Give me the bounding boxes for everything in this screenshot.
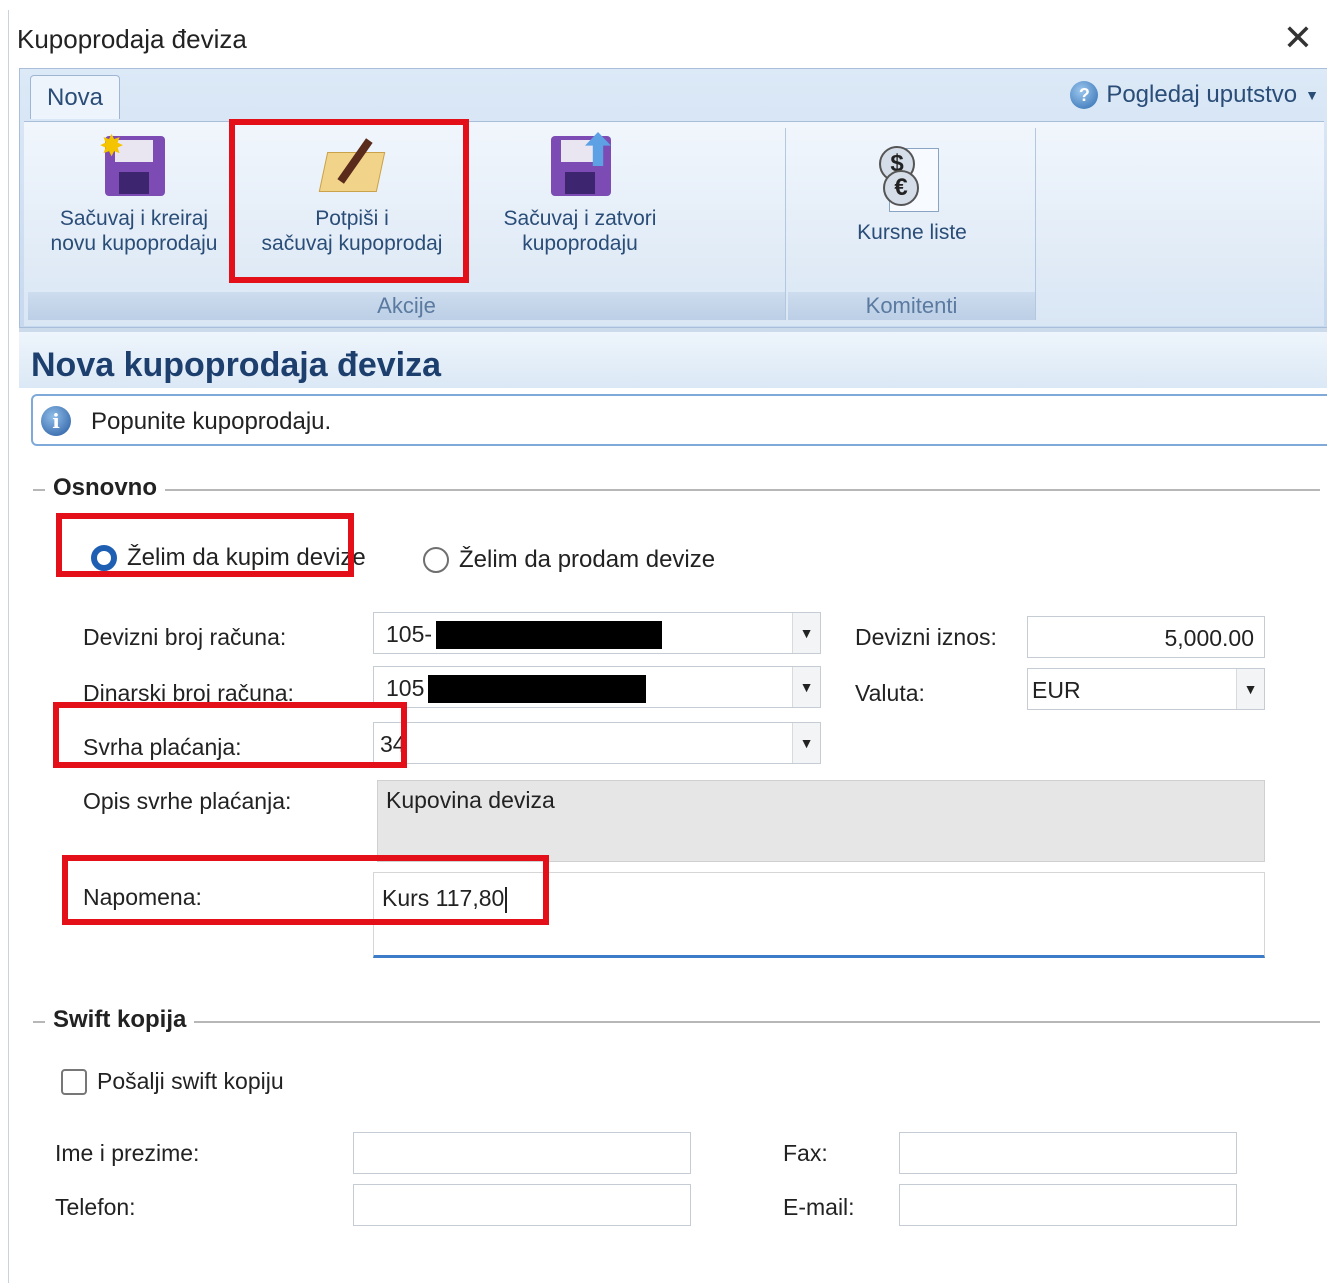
chevron-down-icon: ▼ [1305,87,1319,103]
purpose-desc-value: Kupovina deviza [386,787,555,813]
info-icon: i [41,406,71,436]
radio-buy-label: Želim da kupim devize [127,544,366,571]
fx-account-value: 105- [386,621,433,647]
amount-input[interactable]: 5,000.00 [1027,616,1265,658]
currency-select[interactable]: EUR ▼ [1027,668,1265,710]
name-label: Ime i prezime: [55,1140,200,1166]
amount-label: Devizni iznos: [855,624,997,650]
ribbon: Nova ? Pogledaj uputstvo ▼ ✸ Sačuvaj i k… [19,68,1327,328]
tab-nova[interactable]: Nova [30,75,120,119]
save-new-icon: ✸ [99,132,169,200]
purpose-desc-field: Kupovina deviza [377,780,1265,862]
exchange-rates-button[interactable]: $ € Kursne liste [812,146,1012,245]
header-bar: Nova kupoprodaja đeviza [19,332,1327,388]
radio-sell-indicator [423,547,449,573]
help-label: Pogledaj uputstvo [1106,81,1298,108]
help-link[interactable]: ? Pogledaj uputstvo ▼ [1070,81,1319,109]
redaction-bar [436,621,662,649]
phone-input[interactable] [353,1184,691,1226]
radio-sell[interactable]: Želim da prodam devize [423,546,715,574]
close-icon[interactable]: ✕ [1283,18,1313,58]
chevron-down-icon[interactable]: ▼ [792,723,820,763]
form-content: Nova kupoprodaja đeviza i Popunite kupop… [19,328,1327,1283]
purpose-select[interactable]: 34 ▼ [373,722,821,764]
name-input[interactable] [353,1132,691,1174]
save-new-label-2: novu kupoprodaju [50,232,218,255]
save-close-button[interactable]: Sačuvaj i zatvori kupoprodaju [480,132,680,256]
radio-buy[interactable]: Želim da kupim devize [91,544,366,572]
title-bar: Kupoprodaja đeviza ✕ [9,10,1327,68]
note-textarea[interactable]: Kurs 117,80 [373,872,1265,958]
send-swift-checkbox[interactable]: Pošalji swift kopiju [61,1068,284,1095]
sign-icon [317,132,387,200]
exchange-rates-label: Kursne liste [857,221,967,244]
purpose-value: 34 [380,731,406,757]
window-title: Kupoprodaja đeviza [17,24,247,54]
fax-label: Fax: [783,1140,828,1166]
redaction-bar [428,675,646,703]
group-label-akcije: Akcije [28,292,785,320]
chevron-down-icon[interactable]: ▼ [1236,669,1264,709]
section-swift-label: Swift kopija [45,1006,195,1034]
purpose-desc-label: Opis svrhe plaćanja: [83,788,292,814]
radio-sell-label: Želim da prodam devize [459,546,716,573]
fx-account-label: Devizni broj računa: [83,624,287,650]
din-account-value: 105 [386,675,425,701]
sign-save-button[interactable]: Potpiši i sačuvaj kupoprodaj [246,132,458,256]
save-close-label-2: kupoprodaju [522,232,638,255]
section-osnovno-label: Osnovno [45,474,166,502]
note-label: Napomena: [83,884,202,910]
fx-account-select[interactable]: 105- ▼ [373,612,821,654]
sign-save-label-1: Potpiši i [315,207,389,230]
group-label-komitenti: Komitenti [788,292,1035,320]
section-osnovno: Osnovno [19,474,1327,504]
email-input[interactable] [899,1184,1237,1226]
dialog-window: Kupoprodaja đeviza ✕ Nova ? Pogledaj upu… [8,10,1327,1283]
group-komitenti: $ € Kursne liste Komitenti [788,128,1036,320]
chevron-down-icon[interactable]: ▼ [792,613,820,653]
save-new-label-1: Sačuvaj i kreiraj [59,207,209,230]
currency-icon: $ € [877,146,947,214]
din-account-select[interactable]: 105 ▼ [373,666,821,708]
send-swift-label: Pošalji swift kopiju [97,1068,284,1094]
radio-buy-indicator [91,545,117,571]
din-account-label: Dinarski broj računa: [83,680,294,706]
email-label: E-mail: [783,1194,855,1220]
chevron-down-icon[interactable]: ▼ [792,667,820,707]
info-text: Popunite kupoprodaju. [91,408,332,435]
phone-label: Telefon: [55,1194,136,1220]
info-message: i Popunite kupoprodaju. [31,394,1327,446]
currency-value: EUR [1032,677,1081,703]
save-close-label-1: Sačuvaj i zatvori [503,207,657,230]
purpose-label: Svrha plaćanja: [83,734,242,760]
ribbon-body: ✸ Sačuvaj i kreiraj novu kupoprodaju Pot… [24,121,1324,326]
fax-input[interactable] [899,1132,1237,1174]
help-icon: ? [1070,81,1099,109]
group-akcije: ✸ Sačuvaj i kreiraj novu kupoprodaju Pot… [28,128,786,320]
note-value: Kurs 117,80 [382,885,508,913]
amount-value: 5,000.00 [1164,625,1254,651]
page-title: Nova kupoprodaja đeviza [31,346,441,384]
currency-label: Valuta: [855,680,925,706]
checkbox-indicator [61,1068,87,1095]
sign-save-label-2: sačuvaj kupoprodaj [261,232,443,255]
save-close-icon [545,132,615,200]
save-new-button[interactable]: ✸ Sačuvaj i kreiraj novu kupoprodaju [34,132,234,256]
section-swift: Swift kopija [19,1006,1327,1036]
